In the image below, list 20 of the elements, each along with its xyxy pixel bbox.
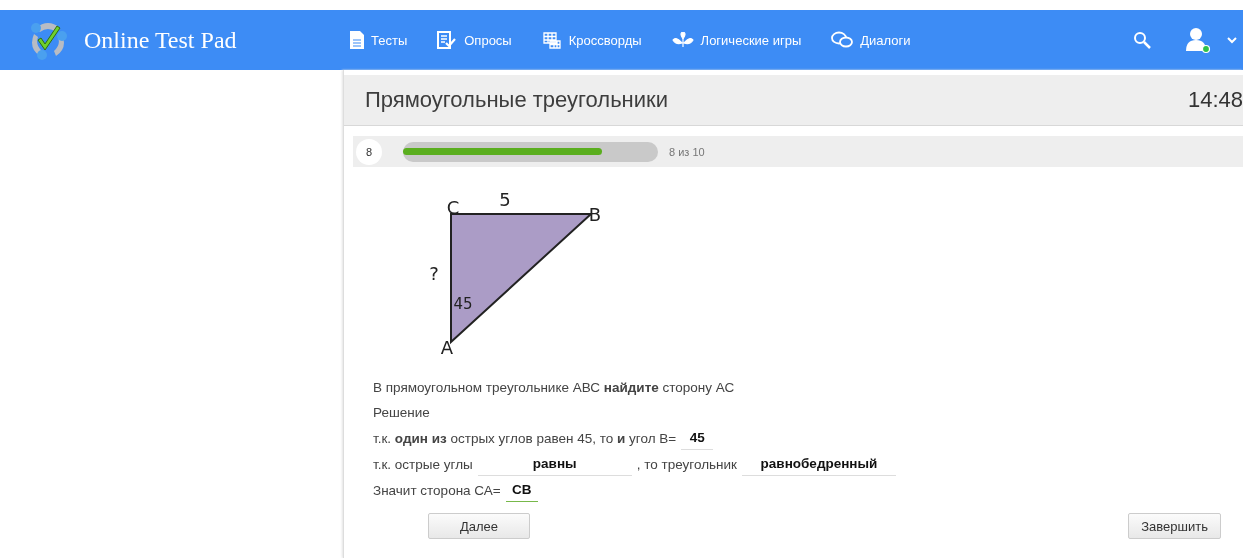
user-icon[interactable] — [1185, 26, 1213, 54]
finish-button[interactable]: Завершить — [1128, 513, 1221, 539]
grid-icon — [541, 31, 562, 49]
solution-text: т.к. острые углы — [373, 455, 473, 474]
progress-text: 8 из 10 — [669, 145, 705, 158]
search-icon[interactable] — [1133, 31, 1151, 49]
question-text: В прямоугольном треугольнике АВС найдите сторону АС — [373, 379, 736, 397]
chat-icon — [831, 31, 854, 49]
timer: 14:48 — [1187, 87, 1243, 113]
chevron-down-icon[interactable] — [1227, 36, 1237, 44]
checklist-icon — [437, 31, 458, 49]
plant-icon — [671, 32, 694, 48]
solution-text: т.к. один из острых углов равен 45, то и угол В= — [373, 429, 677, 448]
next-button[interactable]: Далее — [428, 513, 530, 539]
test-title: Прямоугольные треугольники — [365, 87, 668, 113]
document-icon — [350, 31, 364, 49]
question-number: 8 — [356, 138, 382, 165]
solution-text: Значит сторона СА= — [373, 481, 501, 500]
solution-text: , то треугольник — [636, 455, 737, 474]
solution-label: Решение — [373, 404, 431, 422]
